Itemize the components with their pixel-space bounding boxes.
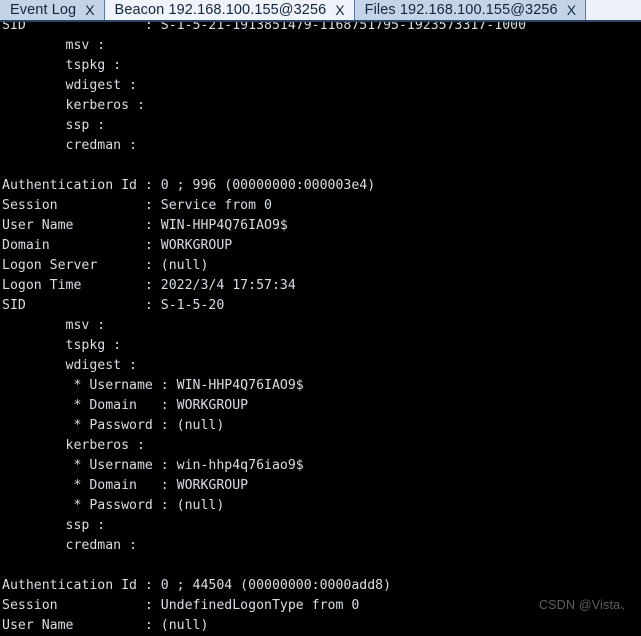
terminal-line: User Name : (null)	[2, 618, 209, 633]
tab-bar-empty-area	[586, 0, 641, 20]
tab-1[interactable]: Event Log X	[0, 0, 105, 20]
terminal-line: msv :	[2, 318, 106, 333]
terminal-line: User Name : WIN-HHP4Q76IAO9$	[2, 218, 288, 233]
terminal-line: Session : Service from 0	[2, 198, 272, 213]
terminal-line: * Username : WIN-HHP4Q76IAO9$	[2, 378, 304, 393]
terminal-line: wdigest :	[2, 358, 137, 373]
terminal-line: * Username : win-hhp4q76iao9$	[2, 458, 304, 473]
terminal-line: Domain : WORKGROUP	[2, 238, 233, 253]
tab-bar: Event Log X Beacon 192.168.100.155@3256 X Fi…	[0, 0, 641, 22]
close-icon[interactable]: X	[85, 3, 94, 17]
tab-label: Beacon 192.168.100.155@3256	[114, 1, 327, 18]
terminal-output[interactable]: SID : S-1-5-21-1913851479-1168751795-192…	[0, 0, 641, 636]
terminal-line: * Password : (null)	[2, 418, 225, 433]
close-icon[interactable]: X	[567, 3, 576, 17]
terminal-line: kerberos :	[2, 438, 145, 453]
close-icon[interactable]: X	[335, 3, 344, 17]
terminal-line: kerberos :	[2, 98, 145, 113]
terminal-line: credman :	[2, 538, 137, 553]
terminal-line: tspkg :	[2, 58, 122, 73]
tab-label: Files 192.168.100.155@3256	[364, 1, 558, 18]
terminal-line: msv :	[2, 38, 106, 53]
tab-label: Event Log	[10, 1, 77, 18]
terminal-line: * Domain : WORKGROUP	[2, 398, 249, 413]
watermark-label: CSDN @Vista、	[538, 598, 633, 612]
terminal-line: * Domain : WORKGROUP	[2, 478, 249, 493]
tab-2[interactable]: Beacon 192.168.100.155@3256 X	[104, 0, 355, 20]
terminal-line: Authentication Id : 0 ; 996 (00000000:00…	[2, 178, 376, 193]
terminal-line: * Password : (null)	[2, 498, 225, 513]
terminal-line: Logon Time : 2022/3/4 17:57:34	[2, 278, 296, 293]
terminal-line: wdigest :	[2, 78, 137, 93]
terminal-line: tspkg :	[2, 338, 122, 353]
terminal-line: Logon Server : (null)	[2, 258, 209, 273]
terminal-line: ssp :	[2, 518, 106, 533]
terminal-line: credman :	[2, 138, 137, 153]
tab-3[interactable]: Files 192.168.100.155@3256 X	[354, 0, 587, 20]
terminal-line: Authentication Id : 0 ; 44504 (00000000:…	[2, 578, 392, 593]
terminal-line: ssp :	[2, 118, 106, 133]
terminal-line: SID : S-1-5-20	[2, 298, 225, 313]
